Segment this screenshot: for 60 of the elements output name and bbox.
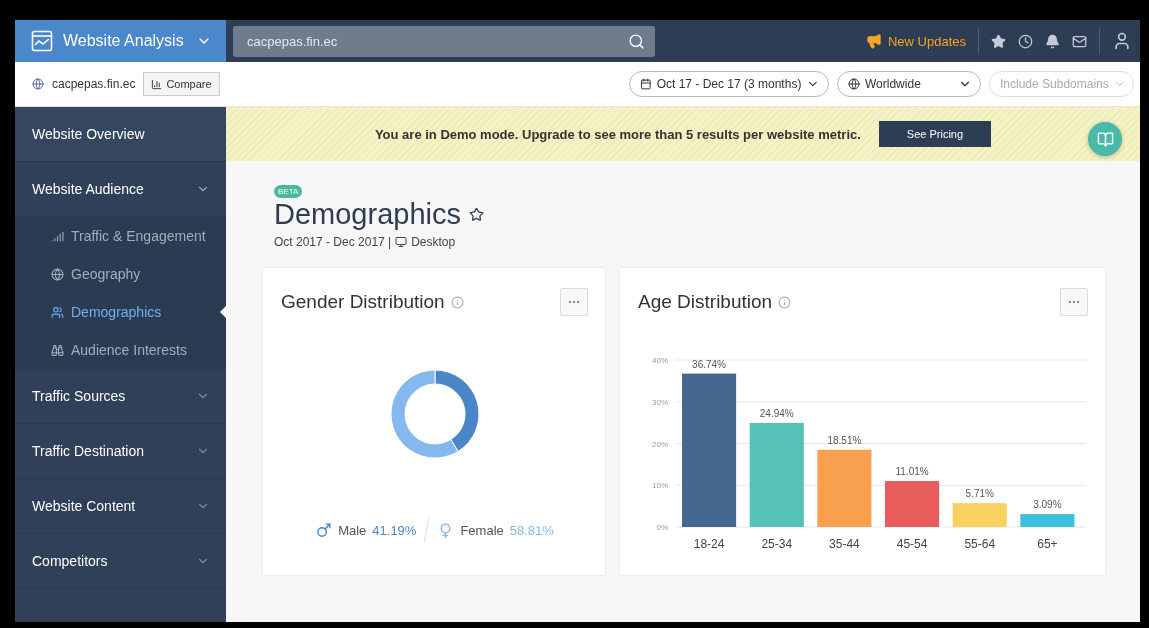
axis-tick-label: 10% [652, 481, 668, 491]
axis-tick-label: 0% [656, 523, 668, 532]
bar-value-label: 5.71% [965, 488, 994, 500]
people-icon [51, 305, 64, 319]
bar-value-label: 24.94% [759, 407, 794, 419]
bar-value-label: 3.09% [1033, 499, 1062, 511]
search-icon [628, 32, 645, 50]
page-title: Demographics [274, 198, 461, 231]
monitor-icon [395, 236, 408, 248]
info-icon [450, 295, 464, 309]
calendar-icon [640, 78, 652, 90]
site-label: cacpepas.fin.ec [52, 77, 136, 91]
bell-icon[interactable] [1045, 33, 1060, 49]
globe-icon [848, 78, 860, 90]
globe-icon [32, 78, 44, 90]
signal-bars-icon [51, 229, 64, 243]
new-updates-link[interactable]: New Updates [865, 33, 966, 49]
category-label: 18-24 [693, 537, 725, 551]
chart-window-icon [31, 30, 53, 52]
mail-icon[interactable] [1072, 33, 1087, 49]
legend-label: Female [460, 522, 504, 538]
sidebar-subitem[interactable]: Audience Interests [15, 331, 226, 369]
bar-value-label: 18.51% [827, 434, 862, 446]
axis-tick-label: 40% [652, 356, 668, 365]
book-icon [1096, 130, 1114, 148]
sidebar-subitem[interactable]: Demographics [15, 293, 226, 331]
axis-tick-label: 20% [652, 439, 668, 449]
selection-pointer [220, 306, 226, 318]
search-field[interactable]: cacpepas.fin.ec [233, 25, 655, 57]
device-text: Desktop [411, 235, 456, 249]
globe-icon [51, 267, 64, 281]
category-label: 45-54 [896, 537, 928, 551]
product-switcher[interactable]: Website Analysis [15, 20, 226, 62]
banner-message: You are in Demo mode. Upgrade to see more than 5 results per website metric. [374, 126, 861, 142]
category-label: 65+ [1037, 537, 1058, 551]
megaphone-icon [865, 33, 882, 49]
bar-value-label: 11.01% [895, 466, 929, 478]
binoculars-icon [51, 343, 64, 357]
bar-value-label: 36.74% [692, 358, 727, 370]
category-label: 35-44 [829, 537, 860, 551]
beta-badge: BETA [274, 185, 303, 198]
star-icon[interactable] [469, 207, 484, 222]
card-title: Gender Distribution [281, 291, 445, 313]
legend-label: Male [338, 522, 367, 538]
see-pricing-button[interactable]: See Pricing [878, 121, 992, 147]
period-text: Oct 2017 - Dec 2017 | [274, 235, 392, 249]
info-icon [778, 295, 792, 309]
sidebar-subitem[interactable]: Traffic & Engagement [15, 217, 226, 255]
bar-chart-icon [151, 78, 163, 90]
category-label: 25-34 [761, 537, 793, 551]
clock-icon[interactable] [1018, 33, 1033, 49]
compare-button[interactable]: Compare [143, 72, 220, 96]
user-icon[interactable] [1112, 31, 1132, 51]
sidebar-subitem[interactable]: Geography [15, 255, 226, 293]
legend-value: 58.81% [509, 522, 554, 538]
legend-value: 41.19% [372, 522, 417, 538]
sidebar-item[interactable]: Website Overview [15, 107, 226, 162]
category-label: 55-64 [964, 537, 996, 551]
axis-tick-label: 30% [652, 397, 668, 407]
card-title: Age Distribution [638, 291, 773, 313]
